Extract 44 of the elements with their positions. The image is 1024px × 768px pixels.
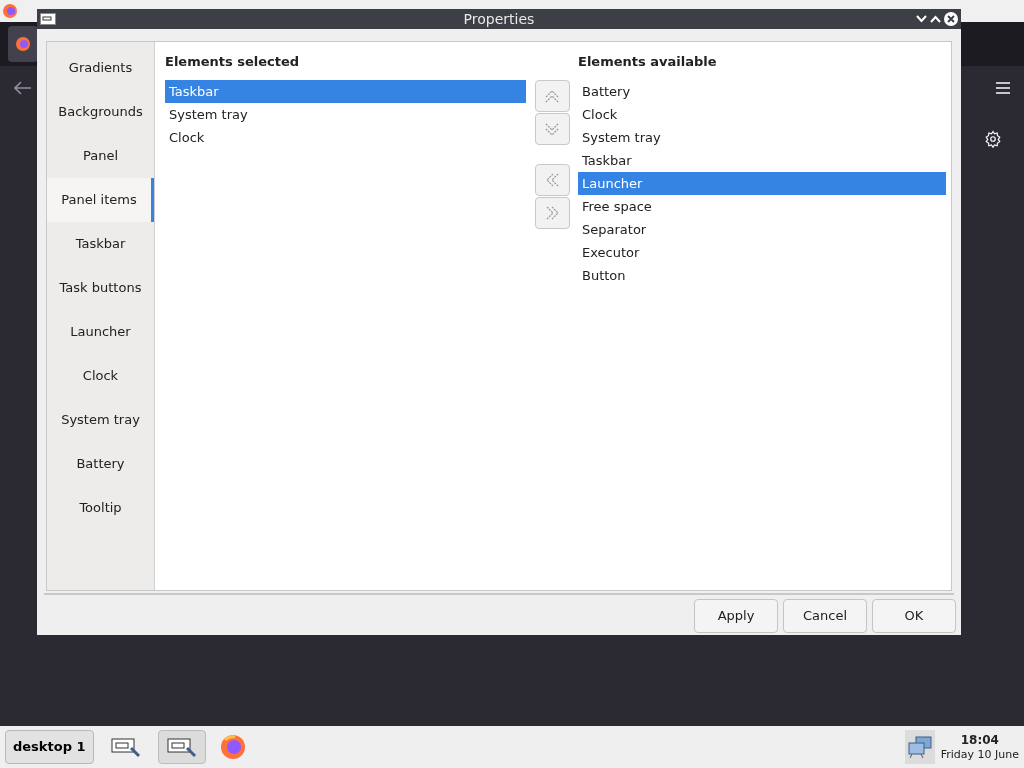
list-item[interactable]: Clock: [165, 126, 526, 149]
window-title: Properties: [462, 9, 536, 29]
window-icon: [166, 736, 197, 758]
sidebar-tab[interactable]: Backgrounds: [47, 90, 154, 134]
minimize-icon[interactable]: [916, 15, 927, 23]
sidebar-tab[interactable]: Gradients: [47, 46, 154, 90]
list-heading: Elements selected: [165, 53, 301, 70]
sidebar-tab[interactable]: Panel: [47, 134, 154, 178]
sidebar-tab[interactable]: Task buttons: [47, 266, 154, 310]
settings-icon[interactable]: [984, 130, 1002, 148]
dialog-button[interactable]: Apply: [694, 599, 778, 633]
sidebar-tab[interactable]: Battery: [47, 442, 154, 486]
list-item[interactable]: Battery: [578, 80, 946, 103]
list-item[interactable]: Taskbar: [578, 149, 946, 172]
list-item[interactable]: Button: [578, 264, 946, 287]
dialog-button[interactable]: Cancel: [783, 599, 867, 633]
list-heading: Elements available: [578, 53, 718, 70]
list-item[interactable]: Launcher: [578, 172, 946, 195]
window-icon: [110, 736, 141, 758]
sidebar-tab[interactable]: Panel items: [47, 178, 154, 222]
browser-tab[interactable]: [8, 26, 38, 62]
window-icon: [40, 13, 56, 25]
list-item[interactable]: Executor: [578, 241, 946, 264]
list-item[interactable]: Taskbar: [165, 80, 526, 103]
desktop-button[interactable]: desktop 1: [5, 730, 94, 764]
list-item[interactable]: Clock: [578, 103, 946, 126]
menu-icon[interactable]: [996, 82, 1010, 94]
sidebar-tab[interactable]: System tray: [47, 398, 154, 442]
dialog-button[interactable]: OK: [872, 599, 956, 633]
sidebar-tab[interactable]: Taskbar: [47, 222, 154, 266]
list-item[interactable]: Free space: [578, 195, 946, 218]
back-icon[interactable]: [14, 81, 32, 95]
network-icon[interactable]: [904, 730, 935, 764]
sidebar-tab[interactable]: Tooltip: [47, 486, 154, 530]
clock-date: Friday 10 June: [940, 747, 1019, 762]
sidebar-tab[interactable]: Clock: [47, 354, 154, 398]
task-button[interactable]: [157, 730, 206, 764]
clock-time: 18:04: [960, 732, 999, 748]
sidebar-tab[interactable]: Launcher: [47, 310, 154, 354]
list-item[interactable]: System tray: [578, 126, 946, 149]
list-item[interactable]: Separator: [578, 218, 946, 241]
close-icon[interactable]: [944, 12, 958, 26]
list-item[interactable]: System tray: [165, 103, 526, 126]
maximize-icon[interactable]: [930, 15, 941, 23]
